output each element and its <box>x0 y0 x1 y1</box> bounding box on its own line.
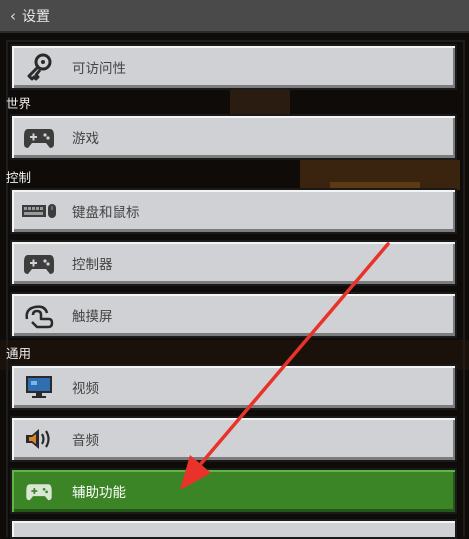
back-button[interactable]: ‹ <box>10 7 16 25</box>
touch-icon <box>21 300 57 330</box>
section-header-controls: 控制 <box>6 170 32 185</box>
settings-item-label: 控制器 <box>72 257 113 273</box>
settings-item-label: 辅助功能 <box>72 485 126 501</box>
settings-item-assist-features[interactable]: 辅助功能 <box>10 468 457 514</box>
settings-item-label: 可访问性 <box>72 61 126 77</box>
settings-item-label: 触摸屏 <box>72 309 113 325</box>
section-header-world: 世界 <box>6 96 32 111</box>
settings-item-label: 键盘和鼠标 <box>72 205 140 221</box>
settings-item-touchscreen[interactable]: 触摸屏 <box>10 292 457 338</box>
page-title: 设置 <box>22 8 50 25</box>
settings-item-partial[interactable] <box>10 519 457 539</box>
key-icon <box>21 52 57 82</box>
monitor-icon <box>21 372 57 402</box>
keyboard-mouse-icon <box>21 196 57 226</box>
settings-item-video[interactable]: 视频 <box>10 364 457 410</box>
settings-item-label: 视频 <box>72 381 99 397</box>
gamepad-icon <box>21 122 57 152</box>
settings-item-accessibility[interactable]: 可访问性 <box>10 44 457 90</box>
settings-item-keyboard-mouse[interactable]: 键盘和鼠标 <box>10 188 457 234</box>
settings-item-game[interactable]: 游戏 <box>10 114 457 160</box>
section-header-general: 通用 <box>6 346 32 361</box>
gamepad-icon <box>21 248 57 278</box>
top-bar: ‹ 设置 <box>0 0 469 33</box>
settings-item-label: 音频 <box>72 433 99 449</box>
gamepad-icon <box>21 476 57 506</box>
settings-item-audio[interactable]: 音频 <box>10 416 457 462</box>
settings-item-label: 游戏 <box>72 131 99 147</box>
speaker-icon <box>21 424 57 454</box>
settings-item-controller[interactable]: 控制器 <box>10 240 457 286</box>
